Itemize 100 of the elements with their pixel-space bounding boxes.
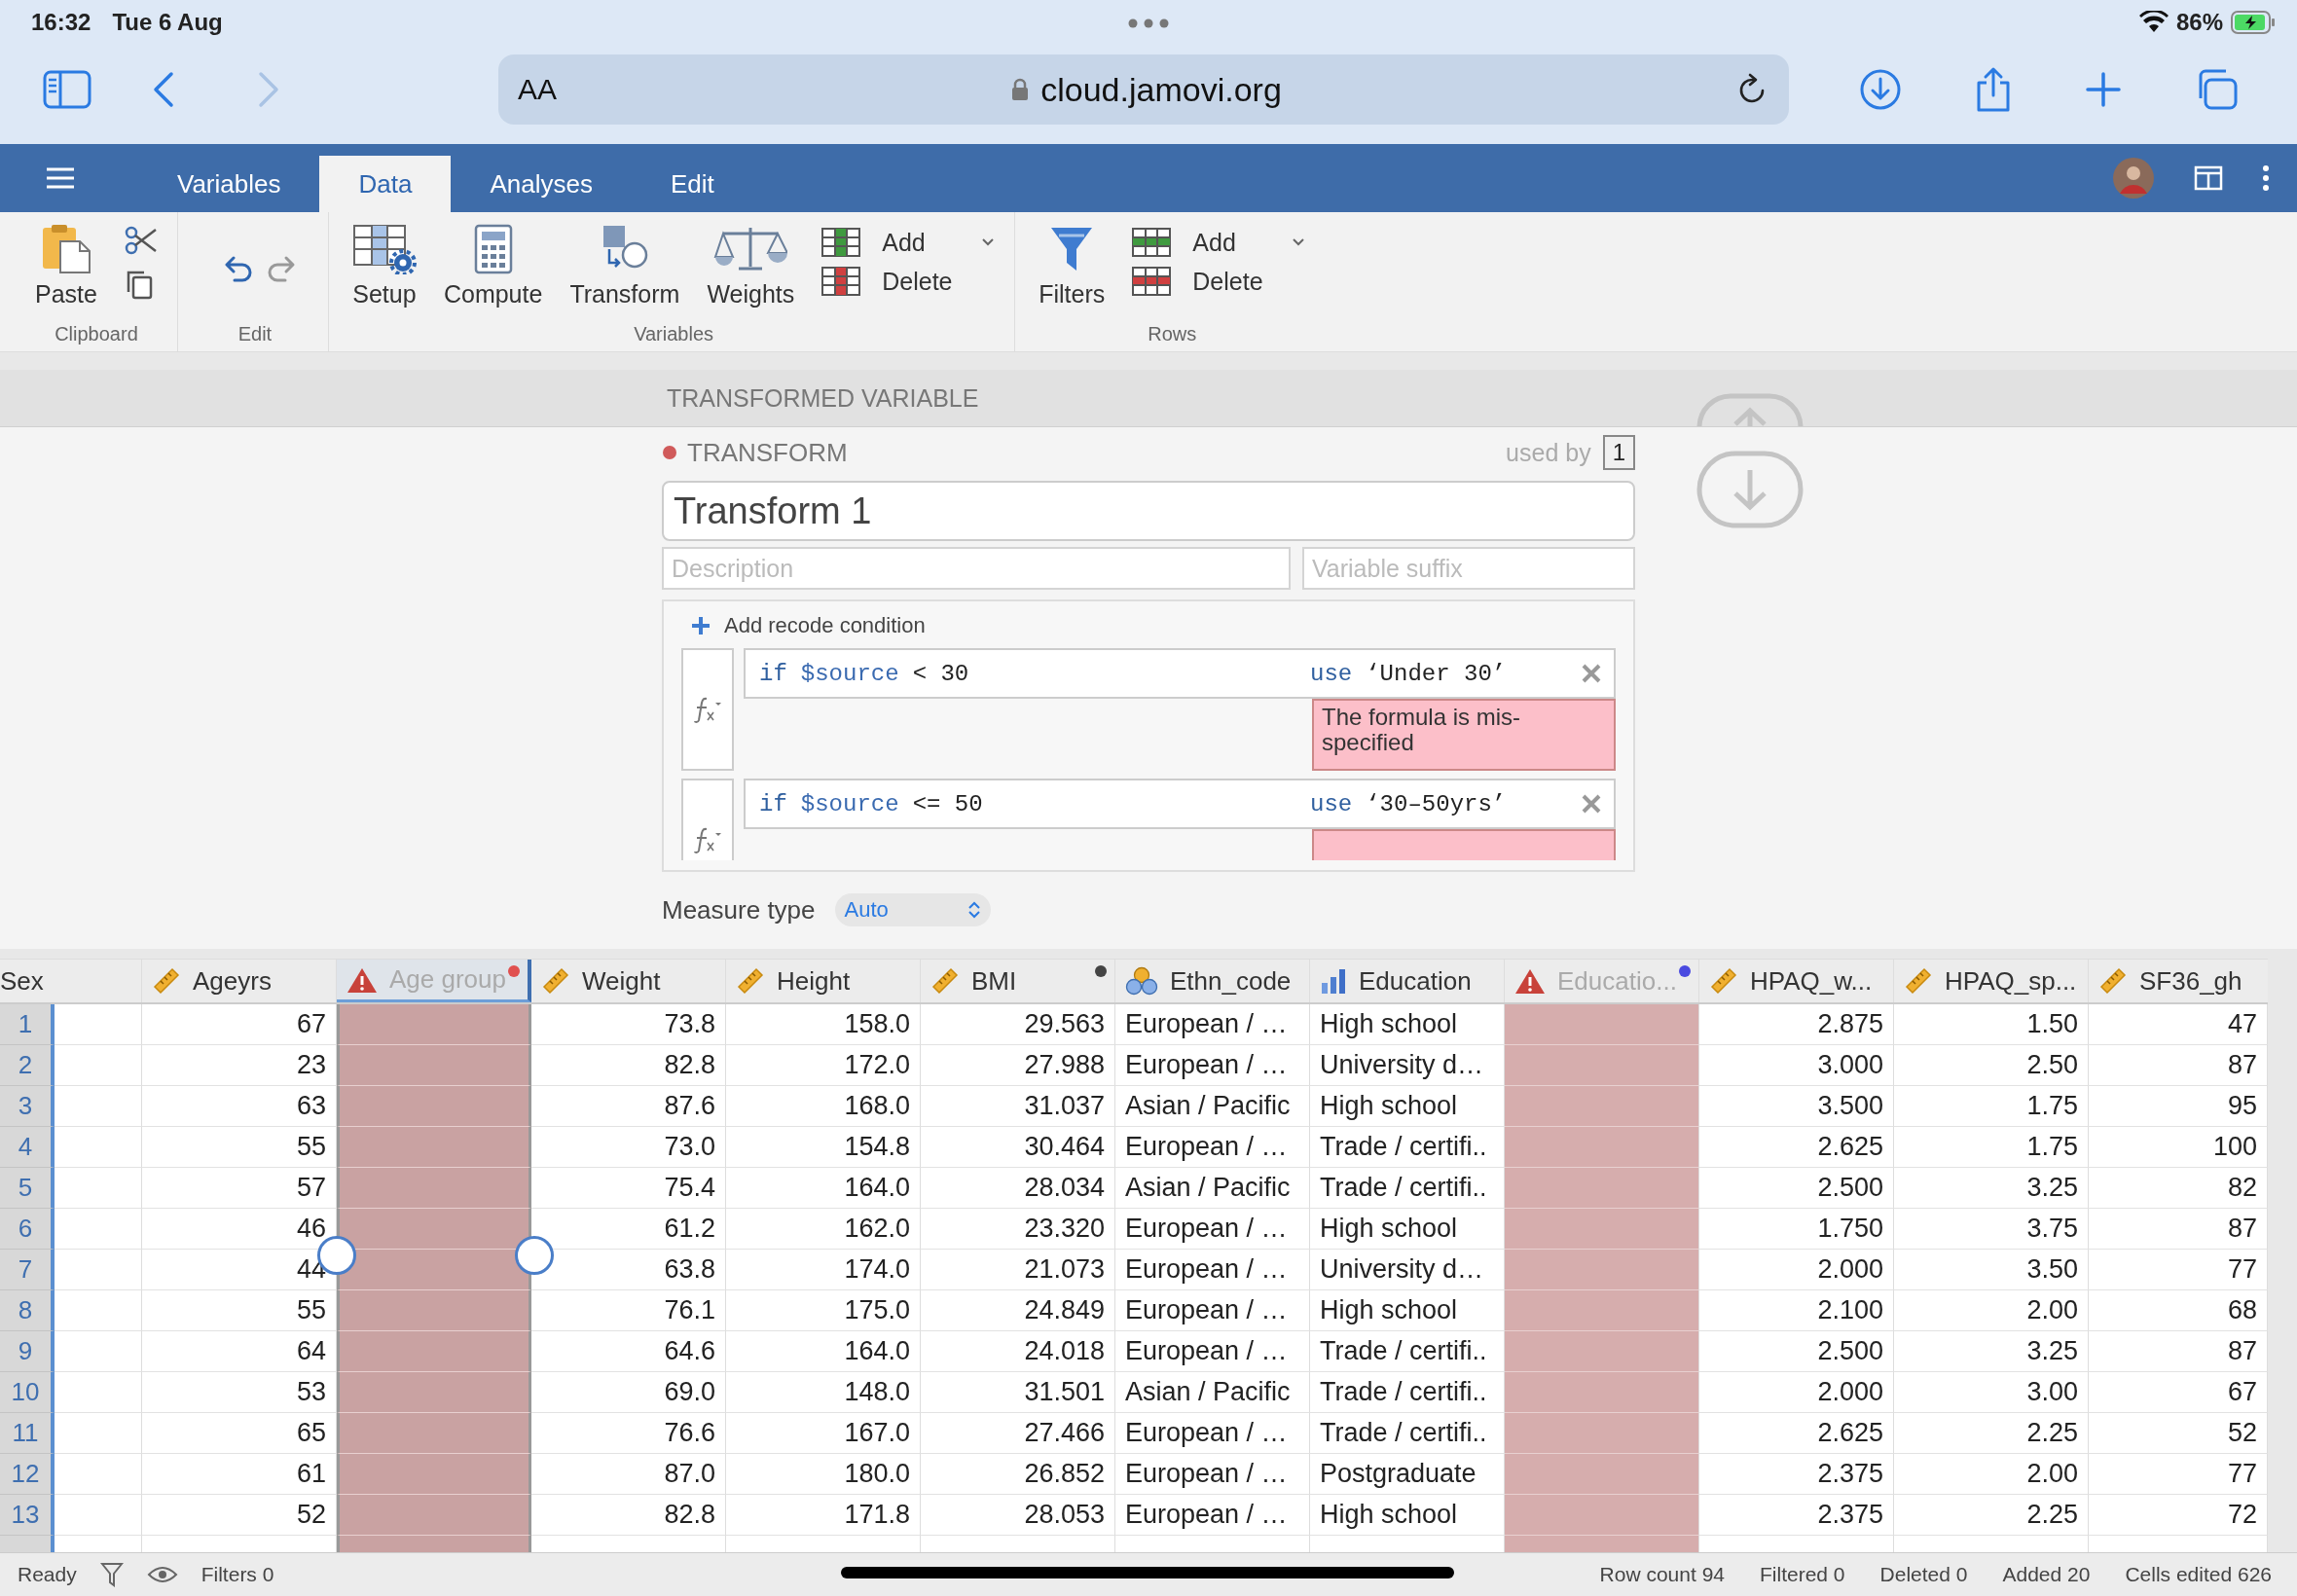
compute-button[interactable]: Compute — [443, 224, 543, 308]
scissors-icon[interactable] — [124, 226, 158, 255]
plus-icon — [691, 616, 711, 635]
row-number[interactable]: 2 — [0, 1045, 55, 1086]
sidebar-icon[interactable] — [43, 70, 91, 109]
ruler-icon — [1904, 966, 1933, 996]
multitask-dots-icon[interactable] — [1127, 18, 1170, 29]
group-label: Edit — [237, 323, 273, 345]
keyword: if — [759, 660, 787, 687]
delete-button[interactable]: Delete — [821, 267, 996, 296]
status-text: Ready — [18, 1563, 77, 1586]
column-header[interactable]: HPAQ_w... — [1699, 960, 1894, 1002]
menu-tab[interactable]: Data — [319, 156, 452, 212]
menu-tab[interactable]: Analyses — [451, 156, 632, 212]
table-cell: 47 — [2089, 1004, 2268, 1045]
table-cell: 168.0 — [726, 1086, 921, 1127]
filters-button[interactable]: Filters — [1039, 224, 1106, 308]
table-cell: 172.0 — [726, 1045, 921, 1086]
column-header[interactable]: Education — [1310, 960, 1505, 1002]
text-size-button[interactable]: AA — [518, 73, 558, 106]
weights-button[interactable]: Weights — [707, 224, 795, 308]
add-column-icon — [821, 228, 861, 257]
table-cell: 24.849 — [921, 1290, 1115, 1331]
menu-icon[interactable] — [45, 166, 76, 190]
table-cell: European / … — [1115, 1209, 1310, 1250]
eye-icon[interactable] — [146, 1565, 178, 1584]
row-number[interactable]: 10 — [0, 1372, 55, 1413]
add-row-icon — [1132, 228, 1172, 257]
row-number[interactable]: 13 — [0, 1495, 55, 1536]
table-cell: 3.25 — [1894, 1331, 2089, 1372]
row-number[interactable]: 3 — [0, 1086, 55, 1127]
table-cell: 175.0 — [726, 1290, 921, 1331]
formula-field[interactable]: if $source < 30 use ‘Under 30’ — [744, 648, 1616, 699]
column-header[interactable]: BMI — [921, 960, 1115, 1002]
formula-field[interactable]: if $source <= 50 use ‘30–50yrs’ — [744, 779, 1616, 829]
ruler-icon — [2098, 966, 2128, 996]
setup-button[interactable]: Setup — [351, 224, 417, 308]
name-field[interactable]: Transform 1 — [662, 481, 1635, 541]
panel-title: TRANSFORMED VARIABLE — [667, 383, 979, 413]
download-icon[interactable] — [1859, 68, 1902, 111]
description-field[interactable]: Description — [662, 547, 1291, 590]
table-cell: 73.0 — [531, 1127, 726, 1168]
status-count: Deleted 0 — [1879, 1563, 1968, 1586]
table-cell: 2.000 — [1699, 1250, 1894, 1290]
table-cell: 148.0 — [726, 1372, 921, 1413]
row-number[interactable]: 9 — [0, 1331, 55, 1372]
filter-icon[interactable] — [99, 1562, 124, 1587]
add-condition-button[interactable]: Add recode condition — [681, 613, 926, 638]
row-number[interactable]: 4 — [0, 1127, 55, 1168]
calculator-icon — [473, 224, 513, 274]
close-icon[interactable] — [1581, 663, 1602, 684]
row-number[interactable]: 8 — [0, 1290, 55, 1331]
circles-icon — [1125, 966, 1158, 996]
menu-tab[interactable]: Variables — [138, 156, 320, 212]
close-icon[interactable] — [1581, 793, 1602, 815]
avatar[interactable] — [2112, 157, 2155, 200]
table-cell: 76.6 — [531, 1413, 726, 1454]
selection-handle[interactable] — [515, 1236, 554, 1275]
table-cell: European / … — [1115, 1454, 1310, 1495]
column-header[interactable]: Sex — [0, 960, 142, 1002]
table-cell: 2.00 — [1894, 1454, 2089, 1495]
column-header[interactable]: SF36_gh — [2089, 960, 2268, 1002]
table-cell: 87 — [2089, 1209, 2268, 1250]
row-number[interactable]: 1 — [0, 1004, 55, 1045]
ruler-icon — [736, 966, 765, 996]
column-header[interactable]: Ethn_code — [1115, 960, 1310, 1002]
column-header[interactable]: HPAQ_sp... — [1894, 960, 2089, 1002]
row-number[interactable]: 5 — [0, 1168, 55, 1209]
add-button[interactable]: Add — [821, 228, 996, 257]
table-cell: 3.500 — [1699, 1086, 1894, 1127]
address-bar[interactable]: AA cloud.jamovi.org — [498, 54, 1789, 125]
table-cell: 64.6 — [531, 1331, 726, 1372]
ruler-icon — [1709, 966, 1738, 996]
row-number[interactable]: 6 — [0, 1209, 55, 1250]
menu-tab[interactable]: Edit — [631, 156, 753, 212]
table-cell: 31.501 — [921, 1372, 1115, 1413]
updown-icon — [966, 900, 981, 920]
more-icon[interactable] — [2262, 165, 2270, 191]
layout-icon[interactable] — [2194, 165, 2223, 191]
ruler-icon — [152, 966, 181, 996]
row-number[interactable]: 12 — [0, 1454, 55, 1495]
column-header[interactable]: Height — [726, 960, 921, 1002]
table-cell: European / … — [1115, 1250, 1310, 1290]
ruler-icon — [541, 966, 570, 996]
add-button[interactable]: Add — [1132, 228, 1306, 257]
new-tab-icon[interactable] — [2085, 71, 2122, 108]
function-icon — [693, 825, 722, 854]
back-icon[interactable] — [152, 70, 175, 109]
column-header[interactable]: Weight — [531, 960, 726, 1002]
row-number[interactable]: 11 — [0, 1413, 55, 1454]
paste-button[interactable]: Paste — [35, 224, 97, 308]
transform-button[interactable]: Transform — [569, 224, 680, 308]
condition-text: <= 50 — [912, 790, 983, 817]
function-icon — [693, 695, 722, 724]
table-cell: 27.466 — [921, 1413, 1115, 1454]
filters-count: Filters 0 — [201, 1563, 274, 1586]
delete-button[interactable]: Delete — [1132, 267, 1306, 296]
measure-type-label: Measure type — [662, 894, 816, 925]
row-number[interactable]: 7 — [0, 1250, 55, 1290]
suffix-field[interactable]: Variable suffix — [1302, 547, 1635, 590]
